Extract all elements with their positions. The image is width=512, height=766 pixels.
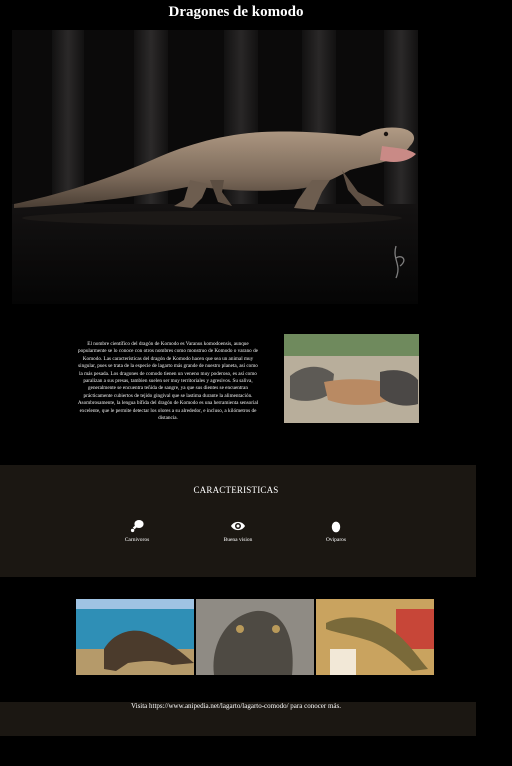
feature-oviparos: Oviparos: [306, 519, 366, 543]
gallery-photo-climbing: [316, 599, 434, 675]
feature-label: Buena vision: [223, 537, 253, 543]
page-title: Dragones de komodo: [168, 4, 304, 20]
feature-buena-vision: Buena vision: [208, 519, 268, 543]
feature-label: Oviparos: [325, 537, 347, 543]
feature-carnivoros: Carnivoros: [107, 519, 167, 543]
footer-link-text[interactable]: Visita https://www.anipedia.net/lagarto/…: [0, 702, 472, 710]
drumstick-icon: [130, 520, 144, 533]
gallery-photo-beach: [76, 599, 194, 675]
signature: [394, 245, 405, 279]
intro-text: El nombre científico del dragón de Komod…: [77, 341, 259, 422]
features-title: CARACTERISTICAS: [193, 485, 279, 495]
gallery-photo-head: [196, 599, 314, 675]
footer: Visita https://www.anipedia.net/lagarto/…: [0, 702, 476, 736]
feature-label: Carnivoros: [124, 537, 150, 543]
features-section: CARACTERISTICAS Carnivoros Buena vision …: [0, 465, 476, 577]
egg-icon: [331, 521, 341, 533]
komodo-pair-photo: [284, 334, 419, 423]
hero-image: [12, 30, 418, 304]
eye-icon: [231, 521, 245, 531]
